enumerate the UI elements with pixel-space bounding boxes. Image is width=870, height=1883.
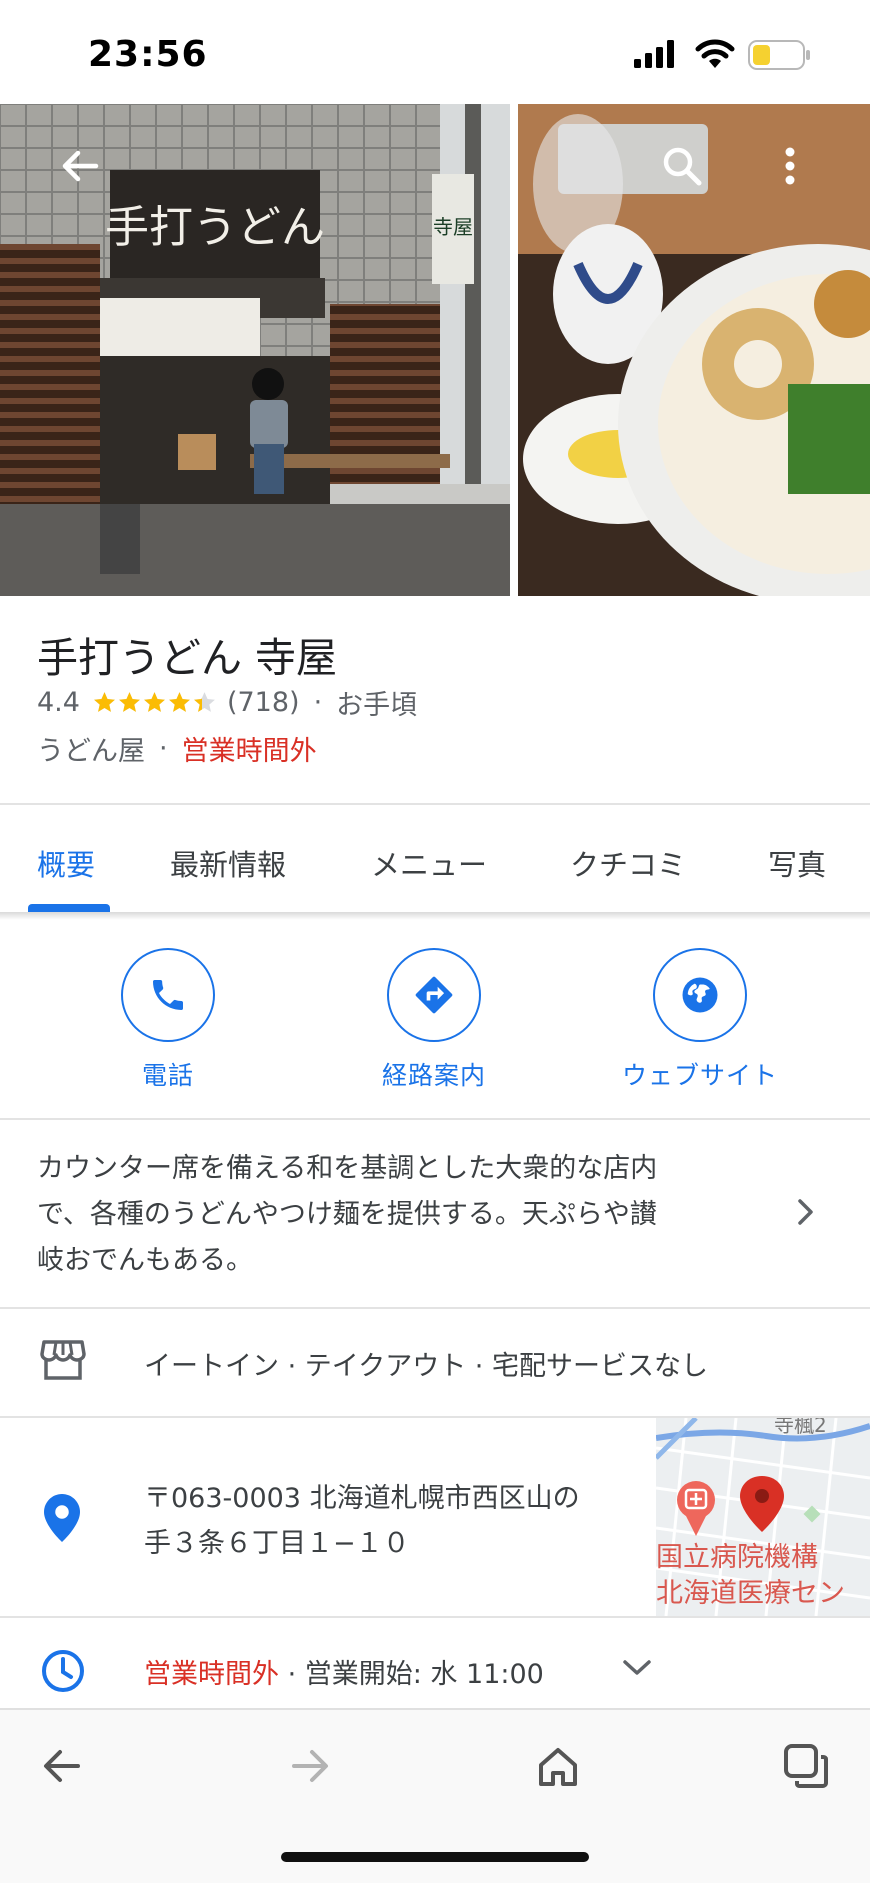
browser-home-button[interactable] (528, 1736, 588, 1796)
tab-bar: 概要 最新情報 メニュー クチコミ 写真 (0, 806, 870, 912)
tab-photos[interactable]: 写真 (768, 842, 826, 884)
tab-updates[interactable]: 最新情報 (170, 842, 286, 884)
tabs-icon (784, 1744, 828, 1788)
directions-button[interactable]: 経路案内 (334, 948, 534, 1092)
hours-opening: 営業開始: 水 11:00 (304, 1659, 544, 1690)
star-icon (119, 691, 140, 712)
wifi-icon (695, 39, 735, 68)
place-description[interactable]: カウンター席を備える和を基調とした大衆的な店内 で、各種のうどんやつけ麺を提供す… (37, 1146, 767, 1284)
search-icon (663, 147, 702, 186)
address[interactable]: 〒063-0003 北海道札幌市西区山の 手３条６丁目１−１０ (144, 1476, 644, 1566)
website-button-label: ウェブサイト (621, 1061, 778, 1090)
price-level: お手頃 (336, 689, 418, 721)
divider (0, 1118, 870, 1120)
more-vert-icon (785, 147, 795, 185)
browser-forward-button[interactable] (280, 1736, 340, 1796)
chevron-right-icon[interactable] (794, 1196, 818, 1228)
address-line: 〒063-0003 北海道札幌市西区山の (144, 1483, 580, 1514)
banner-sign-text: 寺屋 (433, 215, 473, 239)
storefront-icon (40, 1340, 86, 1380)
star-icon (144, 691, 165, 712)
status-bar: 23:56 (0, 0, 870, 104)
hours-separator: · (279, 1659, 305, 1690)
tab-reviews[interactable]: クチコミ (570, 842, 686, 884)
category-row: うどん屋 · 営業時間外 (37, 730, 317, 767)
cellular-signal-icon (634, 40, 674, 68)
star-rating (92, 690, 217, 715)
chevron-down-icon[interactable] (622, 1658, 652, 1678)
divider (0, 1616, 870, 1618)
location-pin-icon (44, 1494, 80, 1542)
battery-icon (748, 40, 810, 70)
more-options-button[interactable] (758, 134, 822, 198)
map-label-top: 寺楓2 (774, 1418, 827, 1437)
tab-menu[interactable]: メニュー (371, 842, 487, 884)
home-icon (539, 1748, 577, 1786)
description-line: 岐おでんもある。 (37, 1245, 253, 1276)
browser-back-button[interactable] (32, 1736, 92, 1796)
arrow-right-icon (292, 1750, 328, 1782)
open-status: 営業時間外 (181, 735, 317, 767)
place-category: うどん屋 (37, 735, 145, 767)
review-count: (718) (226, 686, 300, 718)
arrow-left-icon (44, 1750, 80, 1782)
star-icon (169, 691, 190, 712)
hero-photos: 手打うどん 寺屋 (0, 104, 870, 596)
home-indicator (281, 1852, 589, 1862)
globe-icon (682, 977, 718, 1013)
rating-value: 4.4 (37, 686, 80, 718)
place-title: 手打うどん 寺屋 (37, 634, 338, 682)
storefront-sign-text: 手打うどん (105, 202, 325, 253)
hours-status: 営業時間外 (144, 1659, 279, 1690)
map-illustration: 寺楓2 国立病院機構 北海道医療セン (656, 1418, 870, 1616)
arrow-left-icon (62, 150, 99, 182)
search-button[interactable] (650, 134, 714, 198)
tab-overview[interactable]: 概要 (37, 842, 95, 884)
directions-icon (415, 976, 453, 1014)
website-button-circle (653, 948, 747, 1042)
map-thumbnail[interactable]: 寺楓2 国立病院機構 北海道医療セン (656, 1418, 870, 1616)
directions-button-circle (387, 948, 481, 1042)
back-button[interactable] (48, 134, 112, 198)
active-tab-indicator (28, 904, 110, 912)
browser-tabs-button[interactable] (776, 1736, 836, 1796)
description-line: カウンター席を備える和を基調とした大衆的な店内 (37, 1153, 658, 1184)
divider (0, 803, 870, 805)
hours-row[interactable]: 営業時間外 · 営業開始: 水 11:00 (144, 1652, 544, 1691)
phone-icon (153, 980, 183, 1010)
status-time: 23:56 (88, 34, 208, 75)
separator-dot: · (313, 686, 323, 718)
map-label-hospital: 国立病院機構 (656, 1542, 818, 1573)
address-line: 手３条６丁目１−１０ (144, 1528, 410, 1559)
rating-row[interactable]: 4.4 (718) · お手頃 (37, 684, 418, 721)
divider (0, 1307, 870, 1309)
service-options: イートイン · テイクアウト · 宅配サービスなし (144, 1351, 708, 1382)
star-icon (194, 691, 215, 712)
call-button-circle (121, 948, 215, 1042)
call-button[interactable]: 電話 (68, 948, 268, 1092)
separator-dot: · (159, 732, 168, 764)
tab-bar-shadow (0, 912, 870, 920)
map-label-medical-center: 北海道医療セン (656, 1578, 845, 1609)
directions-button-label: 経路案内 (381, 1061, 486, 1090)
clock-icon (42, 1650, 84, 1692)
star-icon (94, 691, 115, 712)
call-button-label: 電話 (141, 1061, 194, 1090)
description-line: で、各種のうどんやつけ麺を提供する。天ぷらや讃 (37, 1199, 657, 1230)
website-button[interactable]: ウェブサイト (600, 948, 800, 1092)
